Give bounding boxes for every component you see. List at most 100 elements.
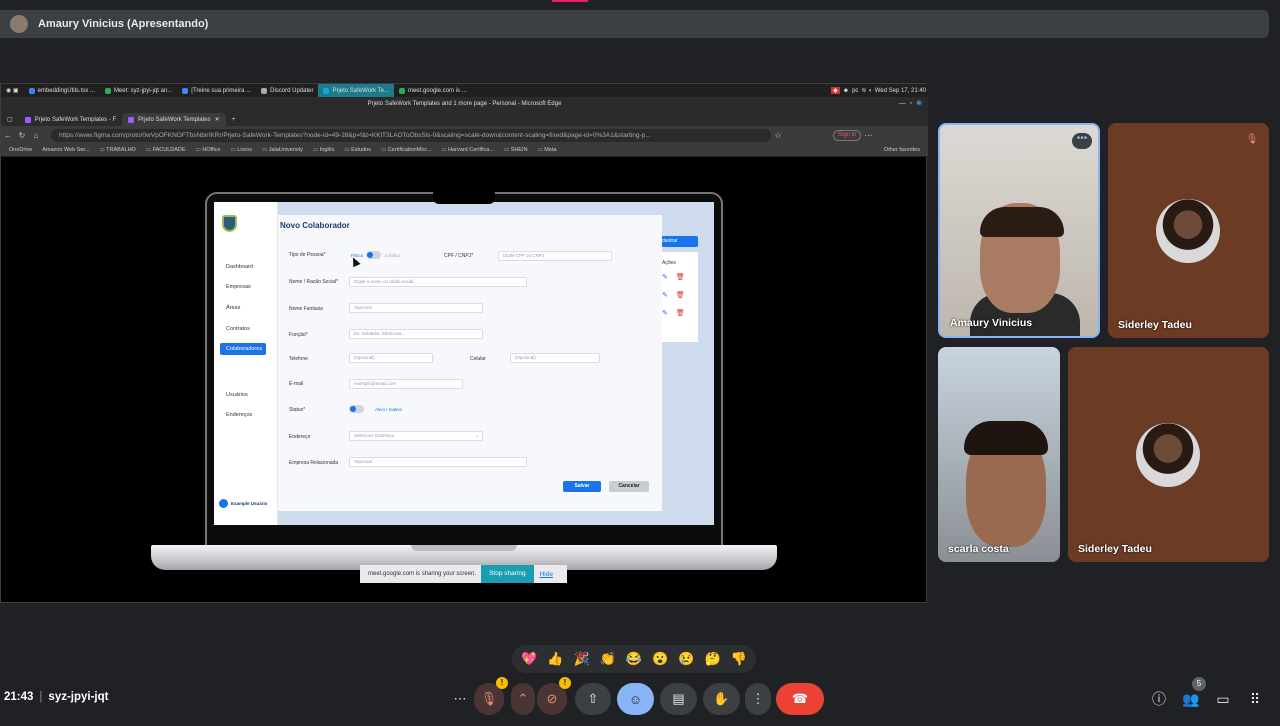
url-input[interactable]: https://www.figma.com/proto/0wVpOFKNOFTb… bbox=[51, 128, 771, 142]
nav-enderecos[interactable]: Endereços bbox=[226, 412, 252, 418]
camera-off-button[interactable]: ⊘! bbox=[537, 677, 571, 715]
reaction-thumbs-up[interactable]: 👍 bbox=[547, 651, 563, 667]
reaction-clap[interactable]: 👏 bbox=[600, 651, 616, 667]
reaction-laugh[interactable]: 😂 bbox=[626, 651, 642, 667]
os-menu-icon[interactable]: ◉ ▣ bbox=[1, 84, 24, 97]
record-icon[interactable]: ◆ bbox=[831, 87, 840, 94]
fav-folder[interactable]: HOffice bbox=[196, 147, 220, 153]
favorite-star-icon[interactable]: ☆ bbox=[771, 131, 785, 140]
fav-item[interactable]: Amazon Web Ser... bbox=[42, 147, 89, 153]
fav-folder[interactable]: Inglês bbox=[313, 147, 335, 153]
telefone-label: Telefone bbox=[289, 356, 308, 362]
more-options-icon[interactable]: ⋮ bbox=[745, 683, 771, 715]
camera-options-icon[interactable]: ⌃ bbox=[511, 683, 535, 715]
fav-folder[interactable]: SHEIN bbox=[504, 147, 528, 153]
tab-actions-icon[interactable]: ▢ bbox=[1, 113, 19, 126]
stop-sharing-button[interactable]: Stop sharing bbox=[481, 565, 534, 583]
chat-icon[interactable]: ▭ bbox=[1214, 690, 1232, 708]
nav-usuarios[interactable]: Usuários bbox=[226, 392, 248, 398]
endereco-select[interactable]: Selecione Endereço ⌄ bbox=[349, 431, 483, 441]
share-message: meet.google.com is sharing your screen. bbox=[368, 571, 477, 577]
sign-in-button[interactable]: Sign in bbox=[833, 129, 862, 141]
home-icon[interactable]: ⌂ bbox=[29, 131, 43, 140]
taskbar-item-active[interactable]: Prjeto SafeWork Te... bbox=[318, 84, 394, 97]
reaction-thinking[interactable]: 🤔 bbox=[705, 651, 721, 667]
empresa-input[interactable]: Opcional bbox=[349, 457, 527, 467]
present-screen-button[interactable]: ⇧ bbox=[575, 683, 611, 715]
discord-icon[interactable]: ☻ bbox=[843, 88, 849, 94]
captions-button[interactable]: ▤ bbox=[660, 683, 697, 715]
info-icon[interactable]: ⓘ bbox=[1150, 690, 1168, 708]
funcao-input[interactable]: Ex: Soldador, Eletricista... bbox=[349, 329, 483, 339]
email-input[interactable]: exemplo@email.com bbox=[349, 379, 463, 389]
activities-icon[interactable]: ⠿ bbox=[1246, 690, 1264, 708]
more-icon[interactable]: ⋯ bbox=[861, 131, 875, 140]
nav-empresas[interactable]: Empresas bbox=[226, 284, 251, 290]
user-avatar bbox=[219, 499, 228, 508]
fav-item[interactable]: OneDrive bbox=[9, 147, 32, 153]
reaction-party[interactable]: 🎉 bbox=[573, 651, 589, 667]
shared-screen: ◉ ▣ embeddingUtils.tsx ... Meet: syz-jpy… bbox=[0, 83, 928, 603]
user-profile[interactable]: Example Usuário bbox=[219, 499, 268, 508]
nav-colaboradores[interactable]: Colaboradores bbox=[220, 343, 266, 355]
celular-input[interactable]: (Opcional) bbox=[510, 353, 600, 363]
close-icon[interactable]: ✕ bbox=[215, 116, 220, 123]
fav-folder[interactable]: TRABALHO bbox=[100, 147, 136, 153]
more-options-icon[interactable]: ••• bbox=[1072, 133, 1092, 149]
other-favorites[interactable]: Other favorites bbox=[884, 144, 920, 157]
edit-icon[interactable]: ✎ bbox=[662, 292, 668, 299]
microphone-button[interactable]: 🎙! bbox=[474, 677, 508, 715]
delete-icon[interactable]: 🗑 bbox=[676, 292, 685, 299]
fav-folder[interactable]: CertificationMicr... bbox=[381, 147, 432, 153]
taskbar-item[interactable]: [Treine sua primeira ... bbox=[177, 84, 256, 97]
refresh-icon[interactable]: ↻ bbox=[15, 131, 29, 140]
fav-folder[interactable]: Meta bbox=[538, 147, 556, 153]
taskbar-item[interactable]: meet.google.com is ... bbox=[394, 84, 472, 97]
new-tab-button[interactable]: + bbox=[226, 113, 242, 126]
reaction-sad[interactable]: 😢 bbox=[678, 651, 694, 667]
nav-areas[interactable]: Áreas bbox=[226, 305, 240, 311]
fav-folder[interactable]: JalaUniversity bbox=[262, 147, 303, 153]
browser-tab-active[interactable]: Prjeto SafeWork Templates ✕ bbox=[122, 113, 226, 126]
delete-icon[interactable]: 🗑 bbox=[676, 310, 685, 317]
end-call-button[interactable]: ☎ bbox=[776, 683, 824, 715]
fav-folder[interactable]: Livros bbox=[231, 147, 252, 153]
participant-tile[interactable]: 🎙 Siderley Tadeu bbox=[1108, 123, 1269, 338]
fav-folder[interactable]: Harvard Certifica... bbox=[441, 147, 494, 153]
telefone-input[interactable]: (Opcional) bbox=[349, 353, 433, 363]
participant-tile[interactable]: Siderley Tadeu bbox=[1068, 347, 1269, 562]
edit-icon[interactable]: ✎ bbox=[662, 274, 668, 281]
status-toggle[interactable] bbox=[349, 405, 364, 413]
wifi-icon[interactable]: ≋ ◖ bbox=[861, 87, 871, 94]
taskbar-item[interactable]: Meet: syz-jpyi-jqt an... bbox=[100, 84, 177, 97]
edit-icon[interactable]: ✎ bbox=[662, 310, 668, 317]
nav-contratos[interactable]: Contratos bbox=[226, 326, 250, 332]
save-button[interactable]: Salvar bbox=[563, 481, 601, 492]
participant-tile[interactable]: ••• Amaury Vinicius bbox=[938, 123, 1100, 338]
presenter-name: Amaury Vinicius (Apresentando) bbox=[38, 18, 209, 30]
reaction-surprised[interactable]: 😮 bbox=[652, 651, 668, 667]
reaction-heart[interactable]: 💖 bbox=[521, 651, 537, 667]
fantasia-input[interactable]: Opcional bbox=[349, 303, 483, 313]
back-icon[interactable]: ← bbox=[1, 131, 15, 140]
people-icon[interactable]: 👥 bbox=[1182, 690, 1200, 708]
tipo-pessoa-toggle[interactable] bbox=[366, 251, 381, 259]
delete-icon[interactable]: 🗑 bbox=[676, 274, 685, 281]
hide-link[interactable]: Hide bbox=[540, 571, 553, 578]
more-audio-options-icon[interactable]: ⋯ bbox=[445, 683, 475, 715]
nav-dashboard[interactable]: Dashboard bbox=[226, 264, 253, 270]
cpf-input[interactable]: Digite CPF ou CNPJ bbox=[498, 251, 612, 261]
taskbar-item[interactable]: embeddingUtils.tsx ... bbox=[24, 84, 100, 97]
participant-name: scarla costa bbox=[948, 543, 1009, 555]
fav-folder[interactable]: Estudos bbox=[344, 147, 371, 153]
raise-hand-button[interactable]: ✋ bbox=[703, 683, 740, 715]
nome-input[interactable]: Digite o nome ou razão social bbox=[349, 277, 527, 287]
reaction-thumbs-down[interactable]: 👎 bbox=[731, 651, 747, 667]
taskbar-item[interactable]: Discord Updater bbox=[256, 84, 318, 97]
window-controls[interactable]: — ▫ ⊗ bbox=[899, 99, 922, 107]
fav-folder[interactable]: FACULDADE bbox=[146, 147, 186, 153]
browser-tab[interactable]: Prjeto SafeWork Templates - F bbox=[19, 113, 122, 126]
participant-tile[interactable]: scarla costa bbox=[938, 347, 1060, 562]
cancel-button[interactable]: Cancelar bbox=[609, 481, 649, 492]
reactions-button[interactable]: ☺ bbox=[617, 683, 654, 715]
